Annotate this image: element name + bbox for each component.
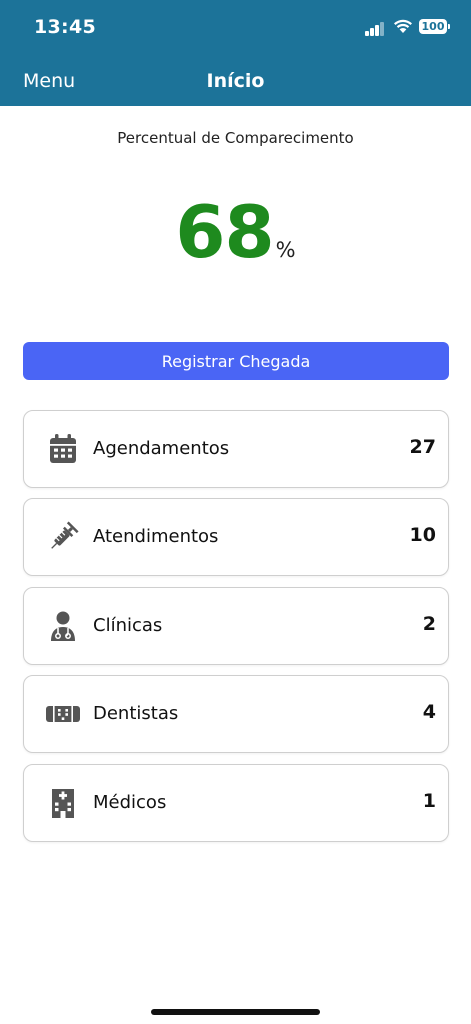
attendance-value: 68	[175, 190, 274, 274]
attendance-subtitle: Percentual de Comparecimento	[117, 129, 354, 147]
card-agendamentos[interactable]: Agendamentos 27	[23, 410, 449, 488]
signal-icon	[365, 20, 387, 36]
card-dentistas[interactable]: Dentistas 4	[23, 675, 449, 753]
app-header: 13:45 100 Início Menu	[0, 0, 471, 106]
card-count: 27	[409, 436, 436, 458]
card-count: 4	[422, 701, 436, 723]
card-medicos[interactable]: Médicos 1	[23, 764, 449, 842]
card-label: Atendimentos	[93, 526, 219, 547]
doctor-icon	[51, 611, 75, 641]
card-label: Clínicas	[93, 615, 163, 636]
card-label: Dentistas	[93, 703, 179, 724]
menu-button[interactable]: Menu	[23, 70, 75, 92]
card-label: Médicos	[93, 792, 167, 813]
status-time: 13:45	[34, 16, 96, 38]
battery-indicator: 100	[419, 19, 447, 34]
card-label: Agendamentos	[93, 438, 230, 459]
wifi-icon	[394, 19, 412, 33]
home-indicator[interactable]	[151, 1009, 320, 1015]
battery-tip	[448, 24, 450, 29]
card-count: 2	[422, 613, 436, 635]
card-count: 10	[409, 524, 436, 546]
calendar-icon	[50, 434, 76, 463]
syringe-icon	[51, 521, 79, 549]
card-clinicas[interactable]: Clínicas 2	[23, 587, 449, 665]
tooth-icon	[46, 706, 80, 722]
card-atendimentos[interactable]: Atendimentos 10	[23, 498, 449, 576]
status-icons: 100	[365, 18, 451, 38]
hospital-icon	[52, 789, 74, 818]
attendance-percentage: 68%	[0, 190, 471, 274]
card-count: 1	[422, 790, 436, 812]
register-arrival-button[interactable]: Registrar Chegada	[23, 342, 449, 380]
percent-unit: %	[275, 238, 296, 262]
